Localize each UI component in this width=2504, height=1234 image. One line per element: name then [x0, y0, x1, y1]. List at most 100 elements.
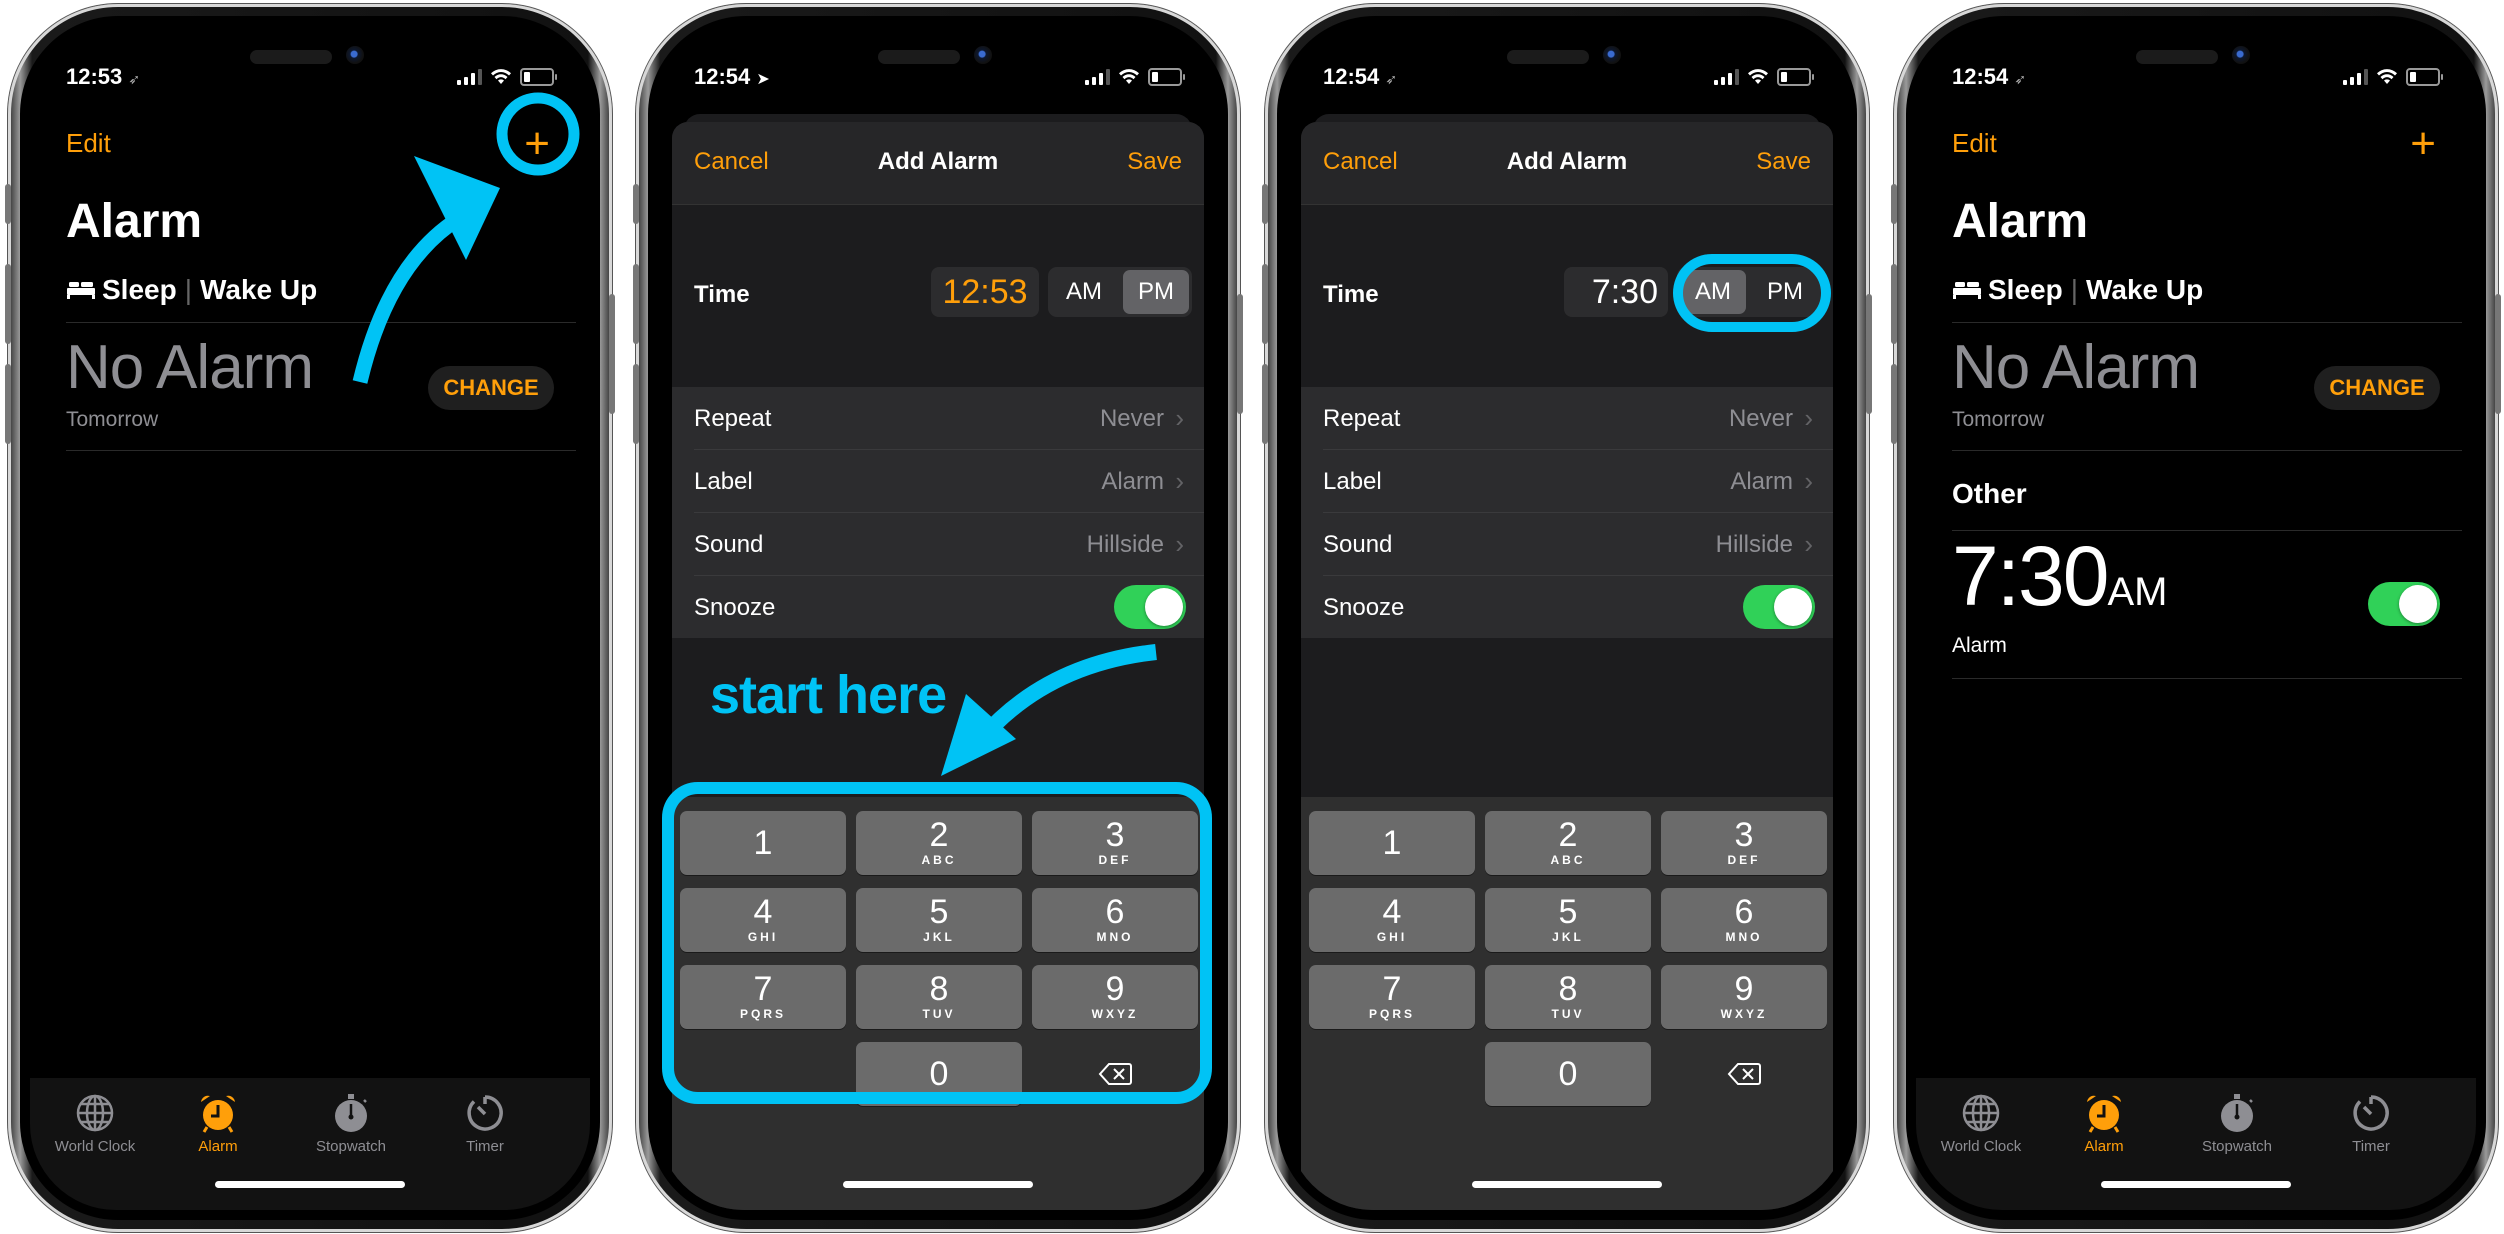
- alarm-time[interactable]: 7:30AM: [1952, 528, 2168, 625]
- bed-icon: [67, 282, 95, 299]
- time-label: Time: [1323, 281, 1379, 308]
- delete-key[interactable]: [1661, 1042, 1827, 1106]
- key-letters: TUV: [1551, 1007, 1585, 1021]
- row-value: Alarm: [1101, 468, 1164, 495]
- key-9[interactable]: 9 WXYZ: [1661, 965, 1827, 1029]
- key-6[interactable]: 6 MNO: [1661, 888, 1827, 952]
- home-indicator[interactable]: [215, 1181, 405, 1188]
- change-button[interactable]: CHANGE: [2314, 366, 2440, 410]
- key-8[interactable]: 8 TUV: [1485, 965, 1651, 1029]
- edit-button[interactable]: Edit: [1952, 128, 1997, 159]
- key-0[interactable]: 0: [1485, 1042, 1651, 1106]
- tab-stopwatch[interactable]: Stopwatch: [286, 1090, 416, 1155]
- tab-timer[interactable]: Timer: [2306, 1090, 2436, 1155]
- volume-down-button: [633, 364, 639, 444]
- tab-bar: World Clock Alarm Stopwatch Timer: [30, 1078, 590, 1210]
- save-button[interactable]: Save: [1756, 148, 1811, 176]
- home-indicator[interactable]: [1472, 1181, 1662, 1188]
- settings-list: Repeat Never › Label Alarm › Sound Hillside › …: [672, 387, 1204, 638]
- delete-key[interactable]: [1032, 1042, 1198, 1106]
- key-letters: ABC: [921, 853, 957, 867]
- key-letters: JKL: [923, 930, 955, 944]
- sound-row[interactable]: Sound Hillside ›: [1323, 513, 1833, 576]
- am-segment[interactable]: AM: [1680, 270, 1746, 314]
- status-bar: 12:53 ➶: [66, 64, 557, 94]
- key-8[interactable]: 8 TUV: [856, 965, 1022, 1029]
- time-input[interactable]: 12:53: [931, 267, 1039, 317]
- am-pm-segmented-control: AM PM: [1048, 267, 1192, 317]
- repeat-row[interactable]: Repeat Never ›: [1323, 387, 1833, 450]
- phone-1-alarm-list: 12:53 ➶ Edit + Alarm Sleep | Wake Up No …: [5, 4, 615, 1232]
- tab-alarm[interactable]: Alarm: [153, 1090, 283, 1155]
- status-bar: 12:54 ➶: [1323, 64, 1814, 94]
- edit-button[interactable]: Edit: [66, 128, 111, 159]
- front-camera: [346, 46, 364, 64]
- volume-down-button: [5, 364, 11, 444]
- snooze-toggle[interactable]: [1743, 585, 1815, 629]
- tab-world-clock[interactable]: World Clock: [1916, 1090, 2046, 1155]
- divider: [1952, 322, 2462, 323]
- key-digit: 1: [753, 824, 773, 862]
- home-indicator[interactable]: [843, 1181, 1033, 1188]
- tab-stopwatch[interactable]: Stopwatch: [2172, 1090, 2302, 1155]
- sleep-label: Sleep: [1988, 274, 2063, 305]
- key-letters: GHI: [1376, 930, 1408, 944]
- key-5[interactable]: 5 JKL: [856, 888, 1022, 952]
- key-1[interactable]: 1: [1309, 811, 1475, 875]
- key-digit: 1: [1382, 824, 1402, 862]
- snooze-toggle[interactable]: [1114, 585, 1186, 629]
- key-3[interactable]: 3 DEF: [1661, 811, 1827, 875]
- wifi-icon: [2377, 69, 2397, 84]
- alarm-enabled-toggle[interactable]: [2368, 582, 2440, 626]
- time-input[interactable]: 7:30: [1564, 267, 1668, 317]
- save-button[interactable]: Save: [1127, 148, 1182, 176]
- pm-segment[interactable]: PM: [1752, 270, 1818, 314]
- side-button: [1237, 294, 1243, 414]
- tab-alarm[interactable]: Alarm: [2039, 1090, 2169, 1155]
- key-7[interactable]: 7 PQRS: [680, 965, 846, 1029]
- alarm-ampm: AM: [2107, 570, 2168, 614]
- phone-2-add-alarm: 12:54 ➤ Cancel Add Alarm Save Time 12:53…: [633, 4, 1243, 1232]
- sheet-header: Cancel Add Alarm Save: [1301, 122, 1833, 205]
- label-row[interactable]: Label Alarm ›: [1323, 450, 1833, 513]
- pm-segment[interactable]: PM: [1123, 270, 1189, 314]
- chevron-right-icon: ›: [1175, 403, 1184, 433]
- sleep-label: Sleep: [102, 274, 177, 305]
- key-letters: ABC: [1550, 853, 1586, 867]
- key-3[interactable]: 3 DEF: [1032, 811, 1198, 875]
- key-5[interactable]: 5 JKL: [1485, 888, 1651, 952]
- side-button: [609, 294, 615, 414]
- am-segment[interactable]: AM: [1051, 270, 1117, 314]
- key-7[interactable]: 7 PQRS: [1309, 965, 1475, 1029]
- key-1[interactable]: 1: [680, 811, 846, 875]
- wifi-icon: [1748, 69, 1768, 84]
- mute-switch: [633, 184, 639, 224]
- add-alarm-button[interactable]: +: [524, 122, 550, 166]
- sheet-title: Add Alarm: [1506, 148, 1628, 175]
- tab-label: Timer: [2352, 1138, 2390, 1155]
- repeat-row[interactable]: Repeat Never ›: [694, 387, 1204, 450]
- row-value: Hillside: [1086, 531, 1164, 558]
- label-row[interactable]: Label Alarm ›: [694, 450, 1204, 513]
- globe-icon: [76, 1094, 114, 1132]
- key-9[interactable]: 9 WXYZ: [1032, 965, 1198, 1029]
- sound-row[interactable]: Sound Hillside ›: [694, 513, 1204, 576]
- key-2[interactable]: 2 ABC: [1485, 811, 1651, 875]
- key-digit: 4: [1382, 893, 1402, 931]
- key-6[interactable]: 6 MNO: [1032, 888, 1198, 952]
- globe-icon: [1962, 1094, 2000, 1132]
- tab-timer[interactable]: Timer: [420, 1090, 550, 1155]
- home-indicator[interactable]: [2101, 1181, 2291, 1188]
- key-0[interactable]: 0: [856, 1042, 1022, 1106]
- side-button: [2495, 294, 2501, 414]
- change-button[interactable]: CHANGE: [428, 366, 554, 410]
- tab-label: World Clock: [54, 1138, 136, 1155]
- status-bar: 12:54 ➶: [1952, 64, 2443, 94]
- key-4[interactable]: 4 GHI: [1309, 888, 1475, 952]
- key-2[interactable]: 2 ABC: [856, 811, 1022, 875]
- key-4[interactable]: 4 GHI: [680, 888, 846, 952]
- add-alarm-button[interactable]: +: [2410, 122, 2436, 166]
- tab-label: Timer: [466, 1138, 504, 1155]
- tab-world-clock[interactable]: World Clock: [30, 1090, 160, 1155]
- location-icon: ➶: [1385, 71, 1398, 87]
